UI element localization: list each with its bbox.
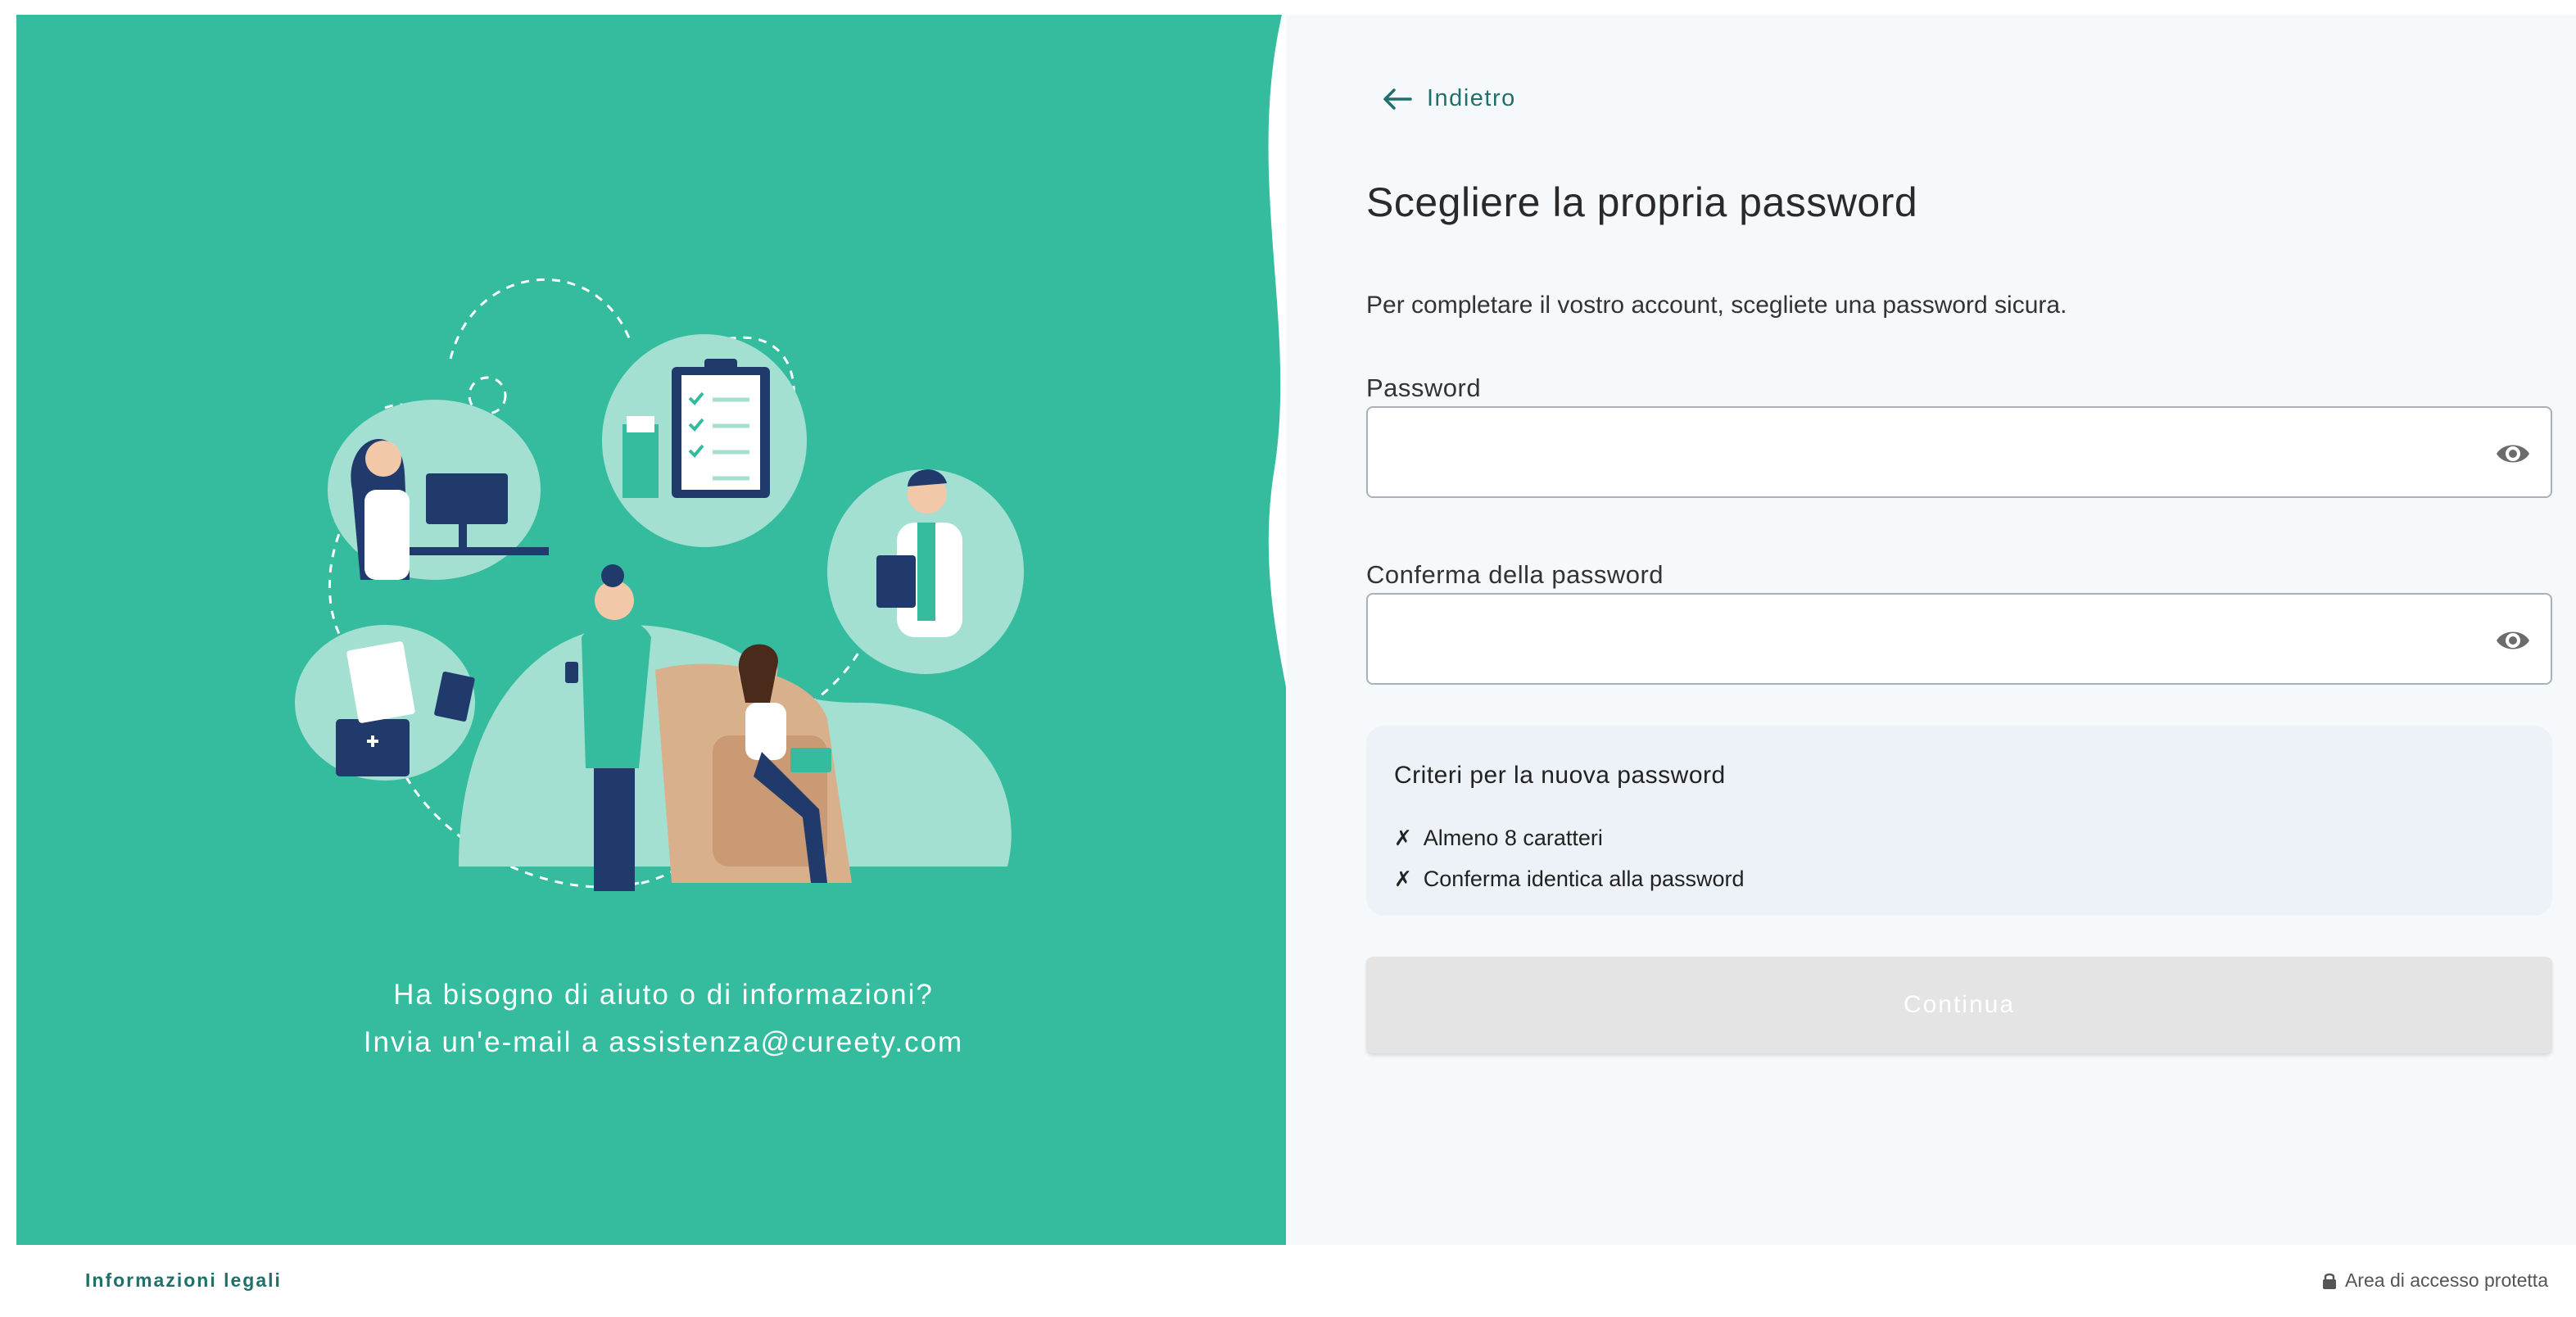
secure-area-label: Area di accesso protetta — [2344, 1269, 2548, 1291]
criteria-title: Criteri per la nuova password — [1394, 762, 1726, 789]
criteria-item-label: Almeno 8 caratteri — [1423, 826, 1603, 850]
help-line-1: Ha bisogno di aiuto o di informazioni? — [393, 979, 934, 1011]
password-field — [1366, 406, 2552, 498]
password-input[interactable] — [1368, 408, 2551, 496]
left-panel: Ha bisogno di aiuto o di informazioni? I… — [16, 15, 1347, 1245]
criteria-item-label: Conferma identica alla password — [1423, 867, 1745, 891]
criteria-item: ✗ Conferma identica alla password — [1394, 867, 1745, 892]
password-form-panel: Indietro Scegliere la propria password P… — [1286, 15, 2576, 1245]
eye-icon[interactable] — [2495, 624, 2531, 657]
help-text: Ha bisogno di aiuto o di informazioni? I… — [16, 971, 1311, 1066]
page-subtitle: Per completare il vostro account, scegli… — [1366, 292, 2067, 319]
criteria-item: ✗ Almeno 8 caratteri — [1394, 826, 1603, 851]
continue-button[interactable]: Continua — [1366, 957, 2552, 1053]
arrow-left-icon — [1383, 88, 1412, 110]
confirm-password-input[interactable] — [1368, 595, 2551, 683]
medical-team-illustration — [295, 278, 1024, 891]
password-criteria: Criteri per la nuova password ✗ Almeno 8… — [1366, 726, 2552, 916]
confirm-password-label: Conferma della password — [1366, 560, 1664, 589]
back-link[interactable]: Indietro — [1383, 85, 1516, 112]
lock-icon — [2322, 1273, 2336, 1289]
secure-area-notice: Area di accesso protetta — [2322, 1269, 2548, 1292]
page: Ha bisogno di aiuto o di informazioni? I… — [0, 0, 2576, 1317]
footer: Informazioni legali Area di accesso prot… — [0, 1245, 2576, 1317]
cross-icon: ✗ — [1394, 826, 1412, 850]
eye-icon[interactable] — [2495, 437, 2531, 470]
legal-info-link[interactable]: Informazioni legali — [85, 1269, 282, 1292]
page-title: Scegliere la propria password — [1366, 179, 1918, 225]
back-label: Indietro — [1427, 85, 1516, 111]
cross-icon: ✗ — [1394, 867, 1412, 891]
password-label: Password — [1366, 373, 1482, 402]
help-line-2: Invia un'e-mail a assistenza@cureety.com — [363, 1026, 964, 1058]
confirm-password-field — [1366, 593, 2552, 685]
